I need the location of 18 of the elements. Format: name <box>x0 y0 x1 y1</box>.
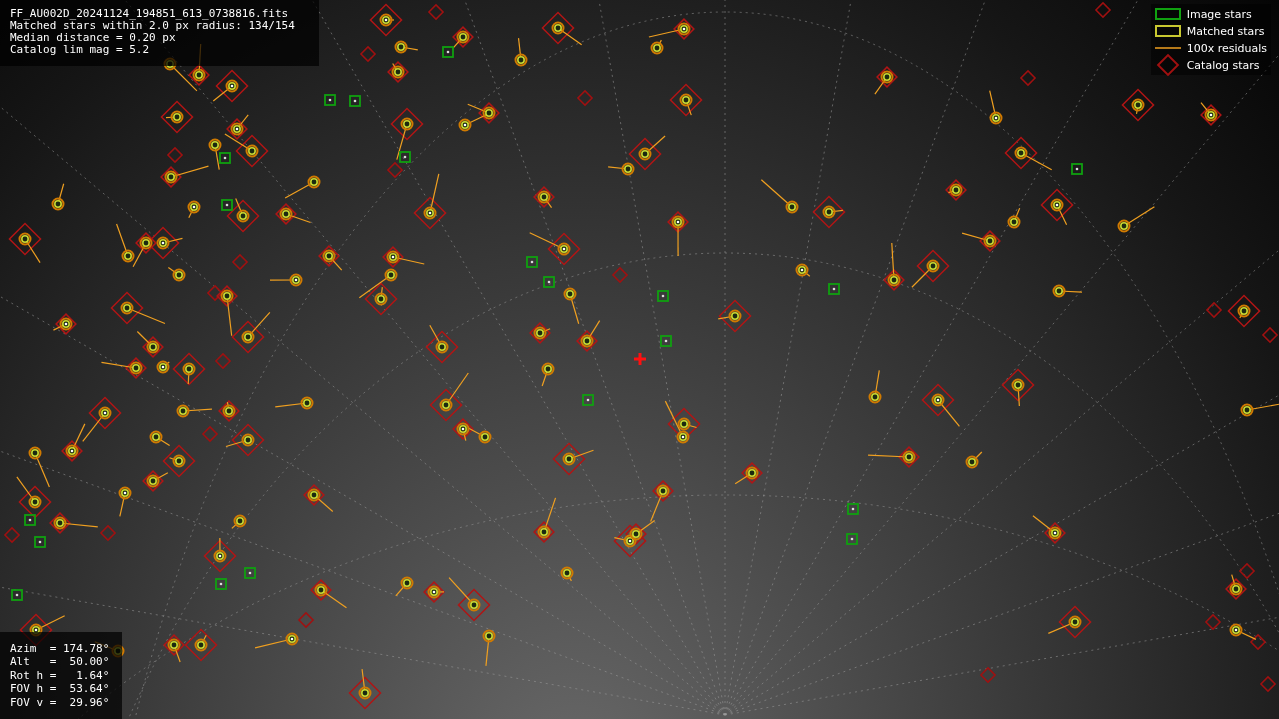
legend-label: 100x residuals <box>1186 41 1267 55</box>
pointing-text: FOV h = 53.64° <box>10 682 111 696</box>
matched-star-symbol-icon <box>1154 25 1181 37</box>
legend-label: Catalog stars <box>1186 58 1260 72</box>
info-text: Catalog lim mag = 5.2 <box>10 44 151 56</box>
info-text: Matched stars within 2.0 px radius: 134/154 <box>10 20 296 32</box>
pointing-text: FOV v = 29.96° <box>10 695 111 709</box>
legend-label: Matched stars <box>1186 24 1265 38</box>
pointing-text: Alt = 50.00° <box>10 655 111 669</box>
info-text: FF_AU002D_20241124_194851_613_0738816.fits <box>10 8 290 20</box>
image-star-symbol-icon <box>1154 8 1181 20</box>
center-cross-icon <box>634 353 646 365</box>
residual-line-icon <box>1154 46 1181 50</box>
pointing-text: Azim = 174.78° <box>10 641 111 655</box>
legend-label: Image stars <box>1186 7 1252 21</box>
pointing-text: Rot h = 1.64° <box>10 668 111 682</box>
catalog-star-symbol-icon <box>1154 52 1181 78</box>
info-text: Median distance = 0.20 px <box>10 32 177 44</box>
